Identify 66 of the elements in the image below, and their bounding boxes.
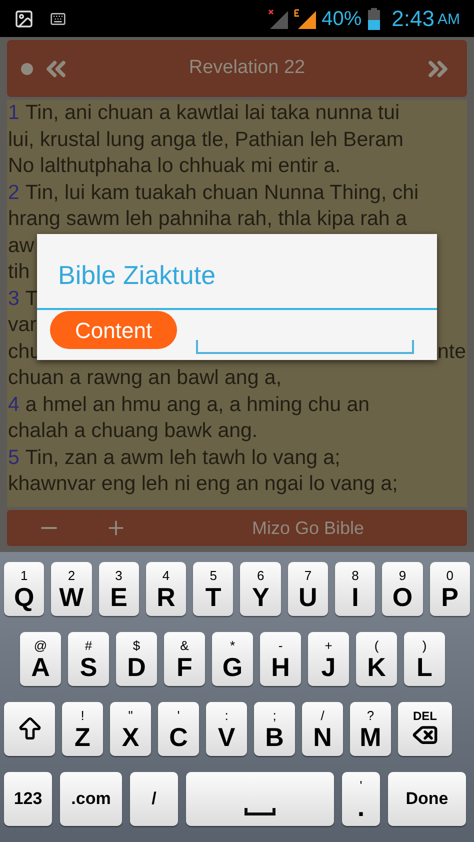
keyboard-key[interactable]: 7 U bbox=[288, 562, 328, 616]
keyboard-key[interactable]: - H bbox=[260, 632, 301, 686]
battery-icon bbox=[368, 8, 380, 30]
keyboard-key[interactable]: ; B bbox=[254, 702, 295, 756]
keyboard-key[interactable]: ' . bbox=[342, 772, 380, 826]
verse-text: chalah a chuang bawk ang. bbox=[8, 418, 258, 444]
verse-text: No lalthutphaha lo chhuak mi entir a. bbox=[8, 153, 341, 179]
keyboard-key[interactable]: : V bbox=[206, 702, 247, 756]
verse-text: tih bbox=[8, 259, 30, 285]
keyboard-key[interactable]: 3 E bbox=[98, 562, 139, 616]
keyboard-key[interactable]: / N bbox=[302, 702, 343, 756]
keyboard-key[interactable]: ' C bbox=[158, 702, 199, 756]
verse-text: khawnvar eng leh ni eng an ngai lo vang a; bbox=[8, 471, 398, 497]
verse-number: 2 bbox=[8, 180, 20, 206]
delete-key[interactable]: DEL bbox=[398, 702, 452, 756]
keyboard-key[interactable]: ! Z bbox=[62, 702, 103, 756]
verse-text: Tin, zan a awm leh tawh lo vang a; bbox=[25, 444, 340, 470]
verse-text: Tin, ani chuan a kawtlai lai taka nunna tui bbox=[25, 100, 400, 126]
keyboard-key[interactable]: + J bbox=[308, 632, 349, 686]
keyboard-key[interactable]: @ A bbox=[20, 632, 61, 686]
verse-number: 3 bbox=[8, 286, 20, 312]
app-name: Mizo Go Bible bbox=[252, 516, 364, 540]
shift-key[interactable] bbox=[4, 702, 55, 756]
keyboard-key[interactable]: 8 I bbox=[335, 562, 376, 616]
keyboard-key[interactable]: 5 T bbox=[193, 562, 234, 616]
verse-text: Tin, lui kam tuakah chuan Nunna Thing, chi bbox=[25, 180, 419, 206]
verse-text: T bbox=[25, 286, 38, 312]
verse-text: a hmel an hmu ang a, a hming chu an bbox=[25, 392, 370, 418]
image-icon bbox=[14, 8, 34, 28]
input-field[interactable] bbox=[196, 340, 414, 354]
keyboard-key[interactable]: 9 O bbox=[382, 562, 423, 616]
keyboard-key[interactable]: " X bbox=[110, 702, 151, 756]
verse-text: chuan a rawng an bawl ang a, bbox=[8, 365, 282, 391]
verse-text: var bbox=[8, 312, 36, 338]
keyboard-key[interactable]: $ D bbox=[116, 632, 157, 686]
verse-number: 4 bbox=[8, 392, 20, 418]
verse-text: nte bbox=[438, 338, 466, 364]
verse-text: aw bbox=[8, 232, 34, 258]
signal-icon bbox=[268, 8, 290, 28]
keyboard-key[interactable]: / bbox=[130, 772, 178, 826]
verse-text: hrang sawm leh pahniha rah, thla kipa rah a bbox=[8, 206, 407, 232]
clock-time: 2:43 bbox=[392, 5, 434, 33]
keyboard-key[interactable]: 2 W bbox=[51, 562, 92, 616]
clock-meridiem: AM bbox=[438, 10, 460, 30]
signal-icon bbox=[294, 8, 318, 28]
keyboard-key[interactable]: ) L bbox=[404, 632, 445, 686]
dialog-title: Bible Ziaktute bbox=[57, 259, 217, 292]
keyboard-key[interactable]: ( K bbox=[356, 632, 397, 686]
battery-percent: 40% bbox=[322, 6, 362, 32]
keyboard-icon bbox=[50, 10, 66, 26]
keyboard-key[interactable]: 1 Q bbox=[4, 562, 44, 616]
keyboard-key[interactable]: 123 bbox=[4, 772, 52, 826]
chapter-title: Revelation 22 bbox=[188, 56, 306, 80]
verse-number: 1 bbox=[8, 100, 20, 126]
keyboard-key[interactable]: 0 P bbox=[430, 562, 470, 616]
keyboard-key[interactable]: ? M bbox=[350, 702, 391, 756]
keyboard-key[interactable]: .com bbox=[60, 772, 122, 826]
keyboard-key[interactable]: & F bbox=[164, 632, 205, 686]
keyboard-key[interactable]: 6 Y bbox=[240, 562, 281, 616]
space-icon bbox=[244, 808, 276, 816]
keyboard-key[interactable]: * G bbox=[212, 632, 253, 686]
verse-text: lui, krustal lung anga tle, Pathian leh Beram bbox=[8, 126, 404, 152]
keyboard-key[interactable]: # S bbox=[68, 632, 109, 686]
verse-number: 5 bbox=[8, 444, 20, 470]
keyboard-key[interactable]: 4 R bbox=[146, 562, 186, 616]
keyboard-key[interactable]: Done bbox=[388, 772, 466, 826]
